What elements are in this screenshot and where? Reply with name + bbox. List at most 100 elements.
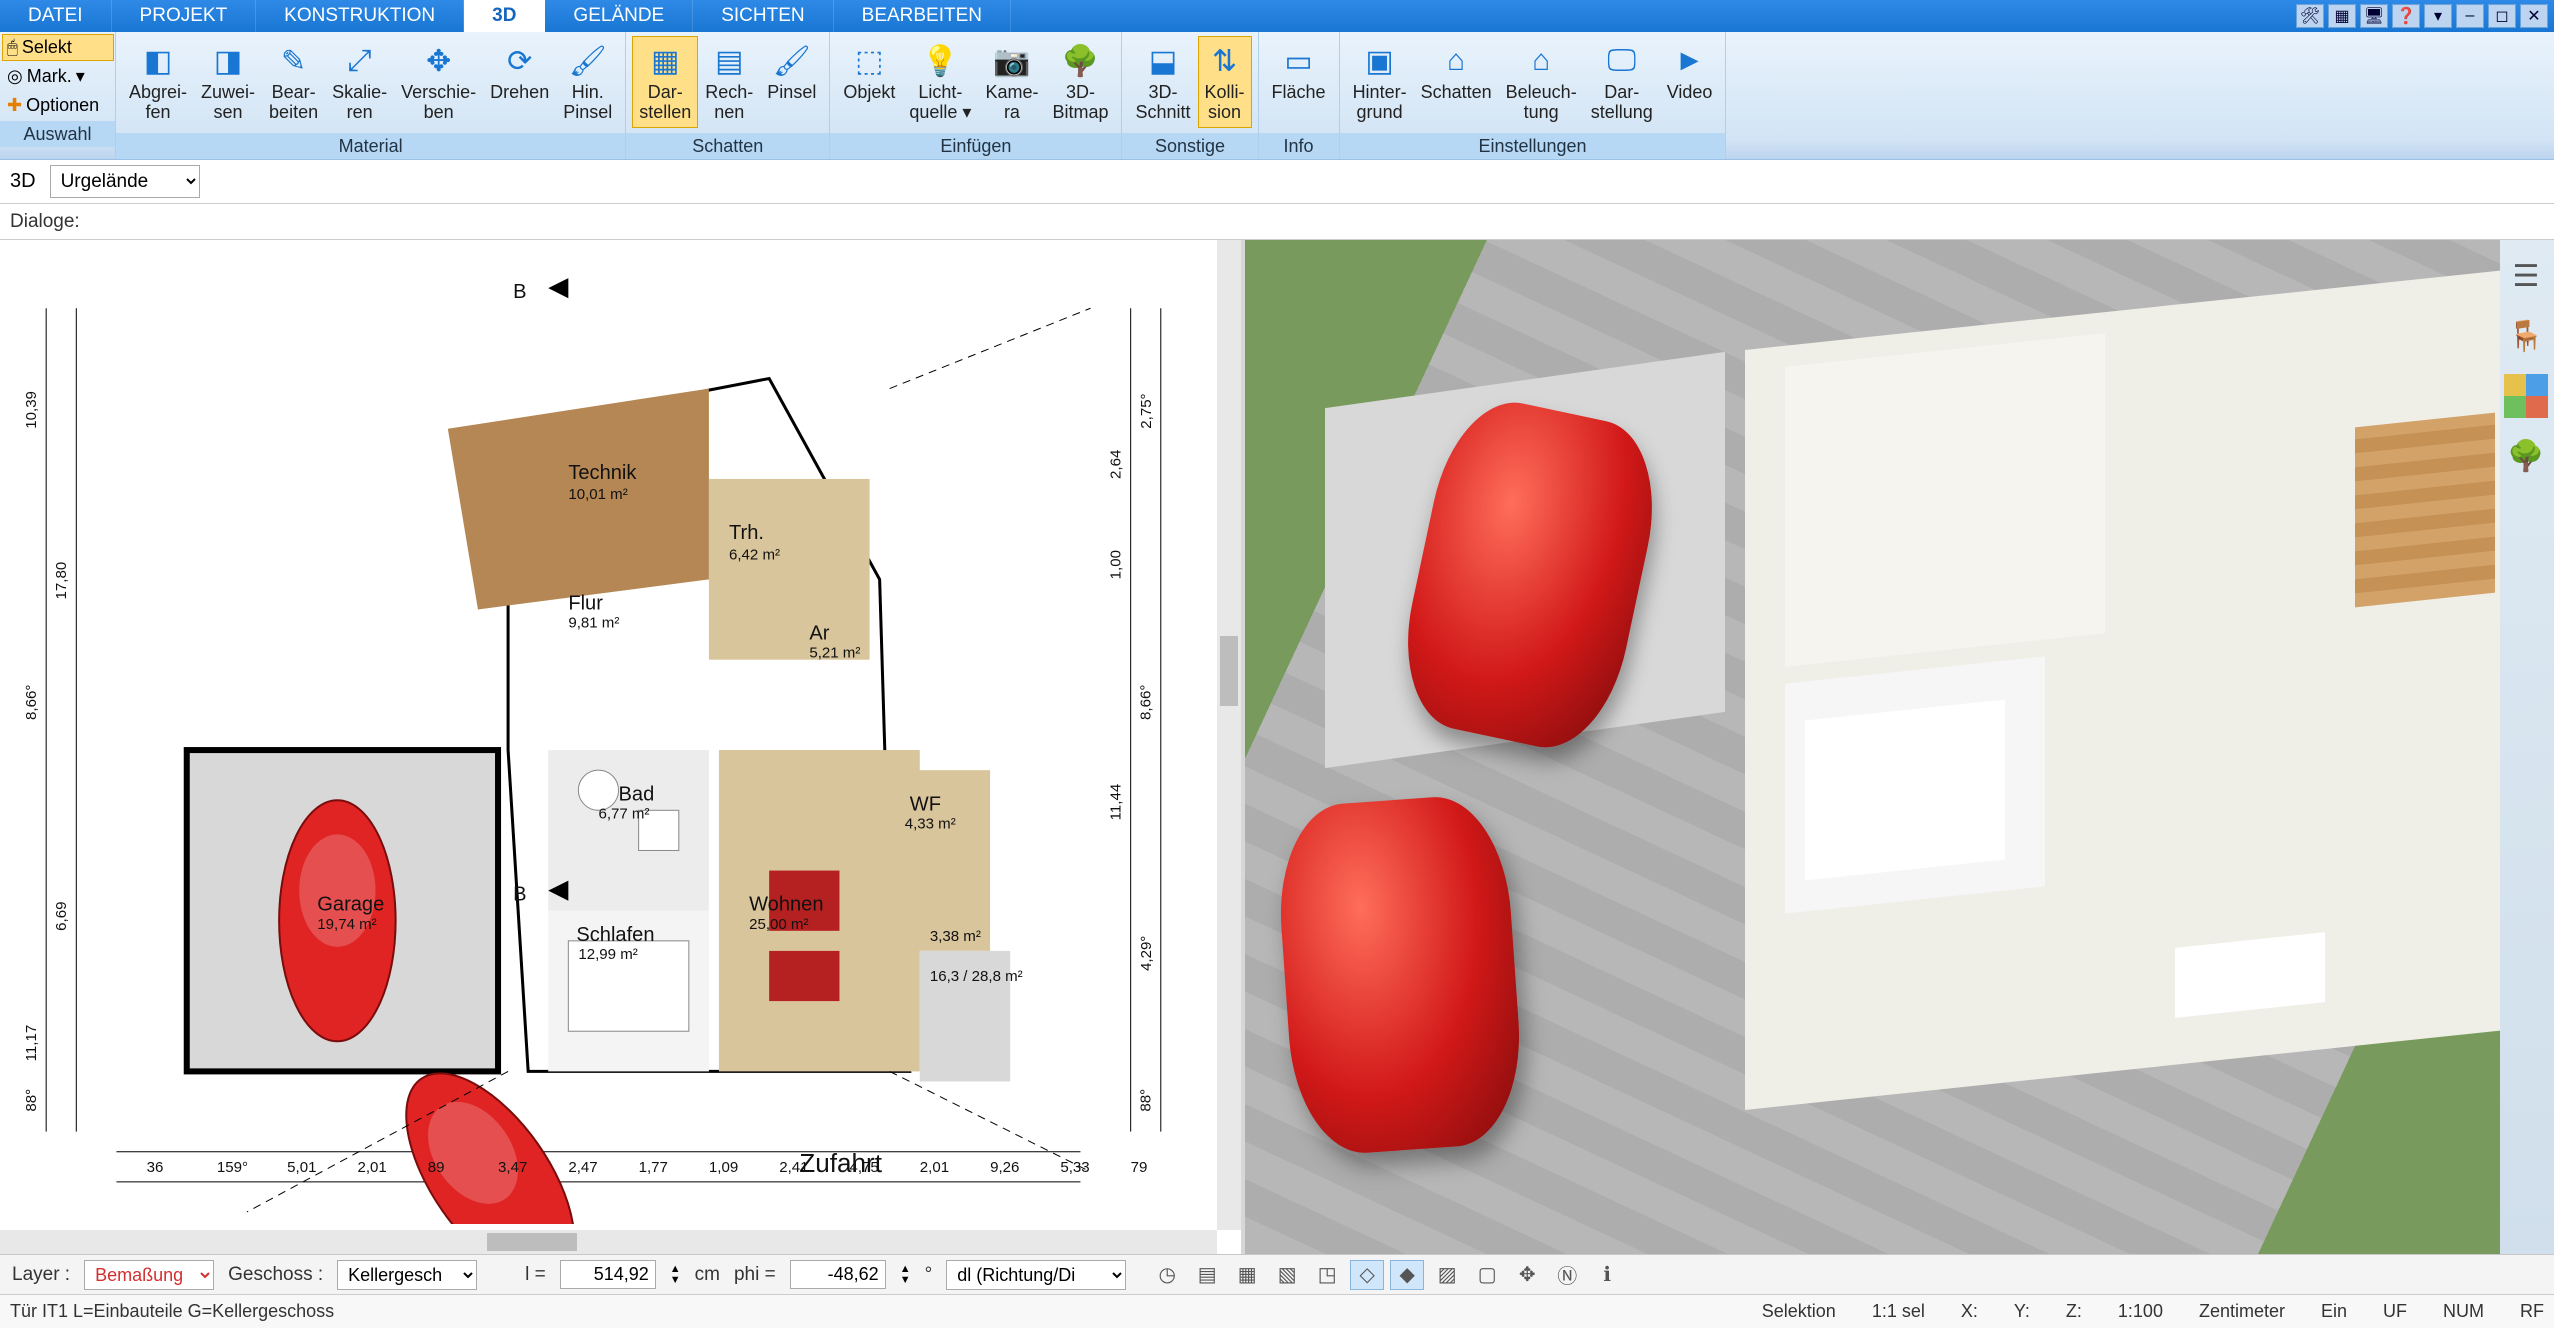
ribbon-label: Drehen xyxy=(490,83,549,103)
status-z: Z: xyxy=(2066,1301,2082,1322)
ribbon-dbitmap-button[interactable]: 🌳3D- Bitmap xyxy=(1045,36,1115,128)
layer-label: Layer : xyxy=(12,1264,70,1286)
ribbon-label: Video xyxy=(1667,83,1713,103)
ribbon-bearbeiten-button[interactable]: ✎Bear- beiten xyxy=(262,36,325,128)
plan-vscroll[interactable] xyxy=(1217,240,1241,1230)
ribbon-darstellung-button[interactable]: 🖵Dar- stellung xyxy=(1584,36,1660,128)
clock-icon[interactable]: ◷ xyxy=(1150,1260,1184,1290)
layers-icon[interactable]: ☰ xyxy=(2504,254,2548,298)
3d-icon: ⬓ xyxy=(1143,41,1183,81)
svg-text:1,00: 1,00 xyxy=(1108,550,1125,579)
kolli-icon: ⇅ xyxy=(1205,41,1245,81)
grid-icon[interactable]: ▦ xyxy=(1230,1260,1264,1290)
wire-icon[interactable]: ▢ xyxy=(1470,1260,1504,1290)
geschoss-combobox[interactable]: Kellergesch xyxy=(337,1260,477,1290)
menu-sichten[interactable]: SICHTEN xyxy=(693,0,833,32)
layer-combobox[interactable]: Bemaßung xyxy=(84,1260,214,1290)
bottom-toolbar: Layer : Bemaßung Geschoss : Kellergesch … xyxy=(0,1254,2554,1294)
svg-text:11,44: 11,44 xyxy=(1108,784,1125,821)
ribbon-drehen-button[interactable]: ⟳Drehen xyxy=(483,36,556,108)
plan-hscroll[interactable] xyxy=(0,1230,1217,1254)
persp-icon[interactable]: ◆ xyxy=(1390,1260,1424,1290)
minimize-icon[interactable]: – xyxy=(2456,4,2484,28)
select-mode[interactable]: 🖱Selekt xyxy=(2,34,114,61)
box-icon[interactable]: ▦ xyxy=(2328,4,2356,28)
ribbon-zuweisen-button[interactable]: ◨Zuwei- sen xyxy=(194,36,262,128)
phi-unit: ° xyxy=(925,1264,933,1286)
menu-projekt[interactable]: PROJEKT xyxy=(112,0,257,32)
north-icon[interactable]: Ⓝ xyxy=(1550,1260,1584,1290)
svg-text:19,74 m²: 19,74 m² xyxy=(317,916,376,933)
dropdown-icon[interactable]: ▾ xyxy=(2424,4,2452,28)
menu-konstruktion[interactable]: KONSTRUKTION xyxy=(256,0,464,32)
ribbon-lichtquelle-button[interactable]: 💡Licht- quelle ▾ xyxy=(902,36,978,128)
ribbon-hinpinsel-button[interactable]: 🖌Hin. Pinsel xyxy=(556,36,619,128)
tool-icon[interactable]: 🛠 xyxy=(2296,4,2324,28)
ribbon-hintergrund-button[interactable]: ▣Hinter- grund xyxy=(1346,36,1414,128)
ribbon-kamera-button[interactable]: 📷Kame- ra xyxy=(978,36,1045,128)
group-info: Info xyxy=(1259,133,1339,159)
ribbon-pinsel-button[interactable]: 🖌Pinsel xyxy=(760,36,823,108)
plan-2d-pane[interactable]: Technik 10,01 m² Trh. 6,42 m² Flur 9,81 … xyxy=(0,240,1245,1254)
shade-icon[interactable]: ▨ xyxy=(1430,1260,1464,1290)
beleuch-icon: ⌂ xyxy=(1521,41,1561,81)
ortho-icon[interactable]: ◇ xyxy=(1350,1260,1384,1290)
menu-datei[interactable]: DATEI xyxy=(0,0,112,32)
ribbon-skalieren-button[interactable]: ⤢Skalie- ren xyxy=(325,36,394,128)
ribbon-rechnen-button[interactable]: ▤Rech- nen xyxy=(698,36,760,128)
snap-icon[interactable]: ▧ xyxy=(1270,1260,1304,1290)
ribbon-video-button[interactable]: ►Video xyxy=(1660,36,1720,108)
screen-icon[interactable]: 🖥 xyxy=(2360,4,2388,28)
menu-3d[interactable]: 3D xyxy=(464,0,545,32)
close-icon[interactable]: ✕ xyxy=(2520,4,2548,28)
swatch-icon[interactable] xyxy=(2504,374,2548,418)
ribbon-abgreifen-button[interactable]: ◧Abgrei- fen xyxy=(122,36,194,128)
svg-text:2,01: 2,01 xyxy=(357,1159,386,1176)
menu-bearbeiten[interactable]: BEARBEITEN xyxy=(834,0,1011,32)
layers-toggle-icon[interactable]: ▤ xyxy=(1190,1260,1224,1290)
ribbon-schatten-button[interactable]: ⌂Schatten xyxy=(1414,36,1499,108)
svg-text:2,47: 2,47 xyxy=(568,1159,597,1176)
mark-mode[interactable]: ◎Mark.▾ xyxy=(2,63,114,90)
layer-select[interactable]: Urgelände xyxy=(50,165,200,198)
phi-input[interactable] xyxy=(790,1260,886,1289)
options-mode[interactable]: ✚Optionen xyxy=(2,92,114,119)
svg-text:Garage: Garage xyxy=(317,894,384,916)
ribbon-label: Rech- nen xyxy=(705,83,753,123)
ribbon-label: Skalie- ren xyxy=(332,83,387,123)
ribbon-darstellen-button[interactable]: ▦Dar- stellen xyxy=(632,36,698,128)
ribbon-beleuchtung-button[interactable]: ⌂Beleuch- tung xyxy=(1499,36,1584,128)
menu-gelaende[interactable]: GELÄNDE xyxy=(545,0,693,32)
svg-text:Technik: Technik xyxy=(568,462,637,484)
3d-icon: 🌳 xyxy=(1060,41,1100,81)
l-label: l = xyxy=(525,1264,546,1286)
status-ratio: 1:1 sel xyxy=(1872,1301,1925,1322)
ribbon-label: Kolli- sion xyxy=(1205,83,1245,123)
status-bar: Tür IT1 L=Einbauteile G=Kellergeschoss S… xyxy=(0,1294,2554,1328)
help-icon[interactable]: ❓ xyxy=(2392,4,2420,28)
plus-icon: ✚ xyxy=(7,95,22,116)
tree-icon[interactable]: 🌳 xyxy=(2504,434,2548,478)
ribbon-flche-button[interactable]: ▭Fläche xyxy=(1265,36,1333,108)
hinter-icon: ▣ xyxy=(1360,41,1400,81)
status-ein: Ein xyxy=(2321,1301,2347,1322)
ribbon-verschieben-button[interactable]: ✥Verschie- ben xyxy=(394,36,483,128)
svg-text:1,77: 1,77 xyxy=(639,1159,668,1176)
dl-combobox[interactable]: dl (Richtung/Di xyxy=(946,1260,1126,1290)
ribbon-label: Licht- quelle ▾ xyxy=(909,83,971,123)
cube-icon[interactable]: ◳ xyxy=(1310,1260,1344,1290)
svg-text:5,01: 5,01 xyxy=(287,1159,316,1176)
info-icon[interactable]: ℹ xyxy=(1590,1260,1624,1290)
pan-icon[interactable]: ✥ xyxy=(1510,1260,1544,1290)
maximize-icon[interactable]: ◻ xyxy=(2488,4,2516,28)
view-3d-pane[interactable]: ☰ 🪑 🌳 xyxy=(1245,240,2554,1254)
furniture-icon[interactable]: 🪑 xyxy=(2504,314,2548,358)
ribbon-dschnitt-button[interactable]: ⬓3D- Schnitt xyxy=(1128,36,1197,128)
rech-icon: ▤ xyxy=(709,41,749,81)
cursor-icon: 🖱 xyxy=(7,37,18,58)
ribbon-kollision-button[interactable]: ⇅Kolli- sion xyxy=(1198,36,1252,128)
ribbon-label: Abgrei- fen xyxy=(129,83,187,123)
ribbon-objekt-button[interactable]: ⬚Objekt xyxy=(836,36,902,108)
ribbon-label: Pinsel xyxy=(767,83,816,103)
l-input[interactable] xyxy=(560,1260,656,1289)
